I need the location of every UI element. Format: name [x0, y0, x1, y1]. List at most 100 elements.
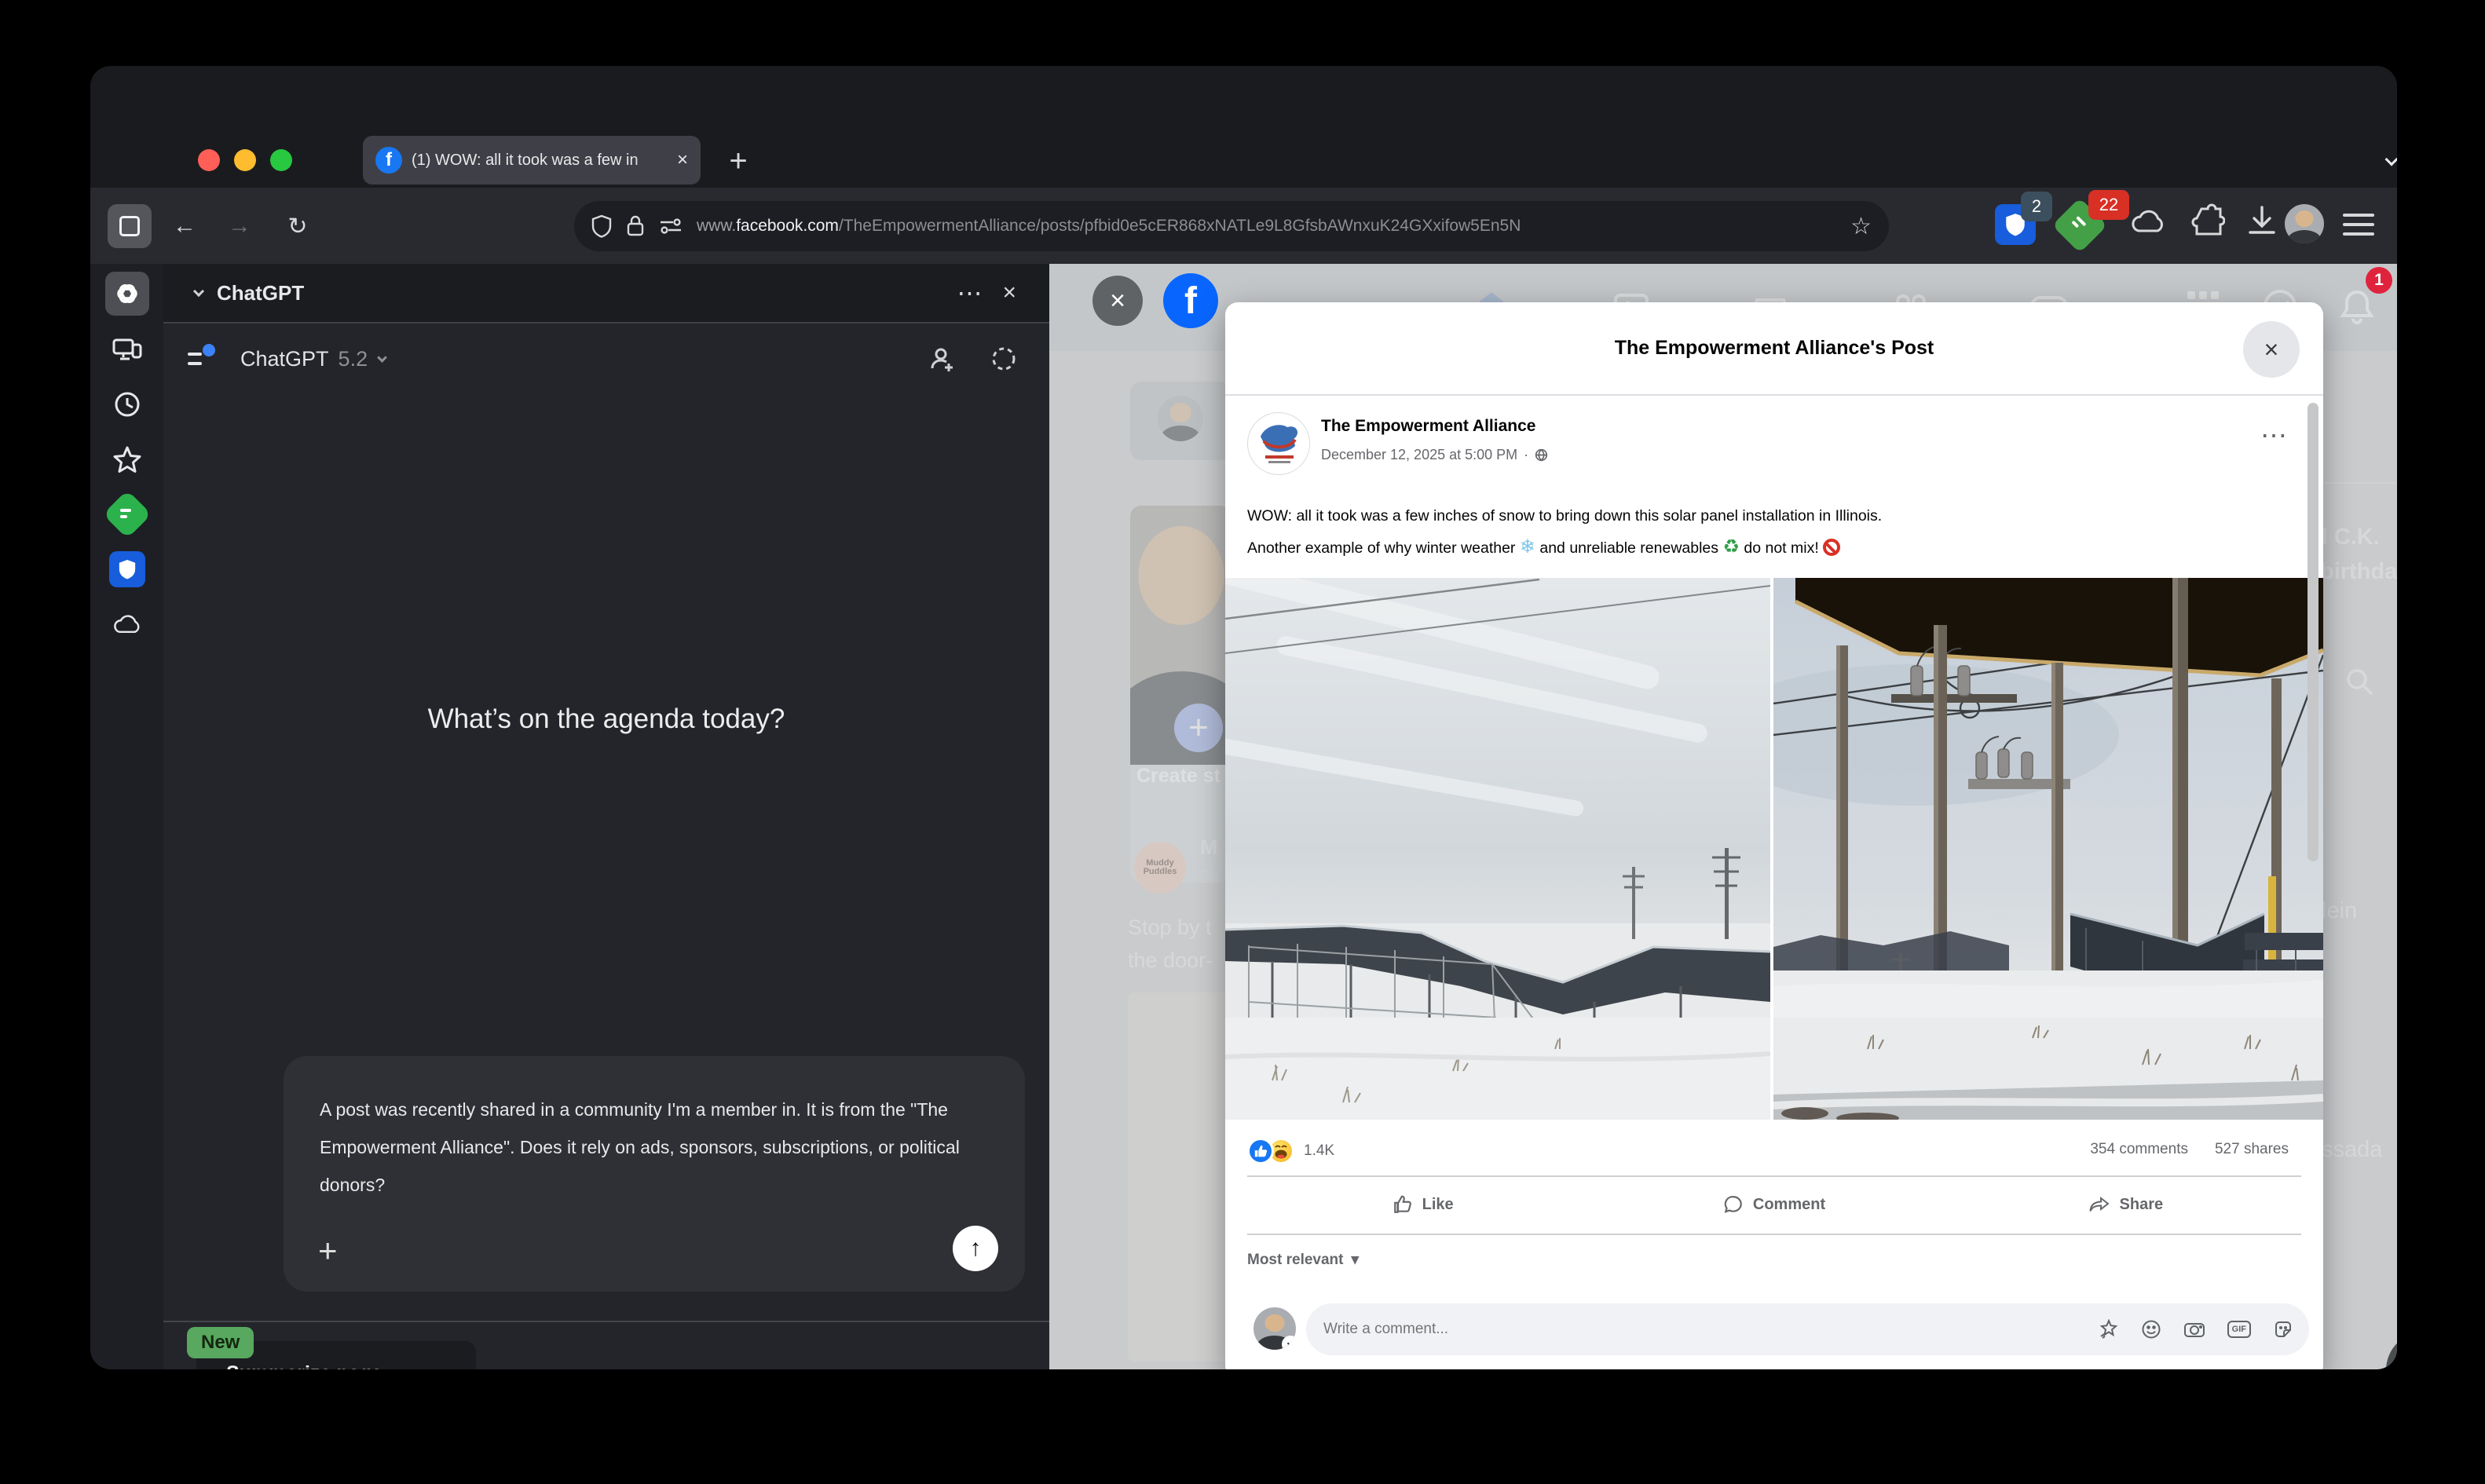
emoji-icon[interactable] [2141, 1319, 2161, 1340]
panel-more-icon[interactable]: ⋯ [936, 278, 1002, 308]
chatgpt-panel-header: ChatGPT ⋯ × [163, 264, 1049, 323]
new-badge: New [187, 1327, 254, 1358]
compose-fab[interactable] [2386, 1332, 2397, 1369]
gif-icon[interactable]: GIF [2227, 1321, 2251, 1338]
facebook-logo[interactable]: f [1163, 273, 1218, 328]
engagement-counts: 354 comments 527 shares [2090, 1141, 2289, 1158]
green-extension-badge: 22 [2088, 190, 2129, 220]
traffic-light-zoom[interactable] [270, 149, 292, 171]
comment-user-avatar[interactable] [1253, 1307, 1296, 1350]
temporary-chat-icon[interactable] [990, 345, 1018, 373]
new-tab-button[interactable]: + [719, 141, 758, 181]
browser-profile-avatar[interactable] [2285, 204, 2324, 243]
sticker-icon[interactable] [2273, 1319, 2293, 1340]
chatgpt-composer[interactable]: A post was recently shared in a communit… [284, 1056, 1025, 1292]
url-bar[interactable]: www.facebook.com/TheEmpowermentAlliance/… [574, 201, 1889, 251]
bitwarden-rail-icon[interactable] [105, 547, 149, 591]
send-button[interactable]: ↑ [953, 1226, 998, 1271]
tab-title: (1) WOW: all it took was a few in [412, 152, 672, 170]
comments-count[interactable]: 354 comments [2090, 1141, 2188, 1158]
add-person-icon[interactable] [928, 345, 957, 373]
create-story-card[interactable]: + Create st [1130, 506, 1231, 883]
story-card-small[interactable] [1130, 382, 1231, 460]
extensions-puzzle-icon[interactable] [2189, 203, 2225, 239]
facebook-page-area: + Create st Muddy Puddles M 3h Stop by t… [1049, 264, 2397, 1369]
model-version[interactable]: 5.2 [339, 347, 368, 371]
chatgpt-greeting: What’s on the agenda today? [163, 704, 1049, 735]
comment-input[interactable] [1322, 1320, 2099, 1339]
bg-post-time: 3h [1200, 867, 1219, 887]
bg-contact-name-2: ssada [2322, 1137, 2382, 1163]
bg-contacts-search-icon[interactable] [2344, 666, 2375, 697]
photo-viewer-close-button[interactable]: × [1092, 276, 1143, 326]
traffic-light-minimize[interactable] [234, 149, 256, 171]
comment-input-pill[interactable]: GIF [1306, 1303, 2309, 1355]
camera-icon[interactable] [2183, 1319, 2205, 1340]
post-photo-left[interactable] [1225, 578, 1770, 1120]
reaction-count[interactable]: 1.4K [1304, 1142, 1334, 1160]
avatar-chevron-icon [1282, 1336, 1296, 1350]
bg-feed-photo [1128, 992, 1232, 1362]
url-text[interactable]: www.facebook.com/TheEmpowermentAlliance/… [697, 217, 1843, 236]
downloads-icon[interactable] [2244, 203, 2280, 239]
modal-scrollbar[interactable] [2308, 403, 2318, 861]
bg-right-text-2: birthdays [2320, 559, 2397, 585]
site-settings-icon[interactable] [659, 216, 683, 236]
menu-hamburger-icon[interactable] [2341, 210, 2376, 239]
model-name[interactable]: ChatGPT [240, 347, 329, 371]
page-name[interactable]: The Empowerment Alliance [1321, 417, 1535, 436]
screenshot-root: f (1) WOW: all it took was a few in × + … [0, 0, 2485, 1484]
history-clock-icon[interactable] [105, 382, 149, 426]
page-avatar[interactable] [1247, 412, 1310, 475]
post-text-line2c: do not mix! [1740, 539, 1823, 557]
reaction-summary[interactable]: 1.4K [1247, 1138, 1334, 1164]
reload-button[interactable]: ↻ [276, 204, 320, 248]
cloud-icon[interactable] [2128, 204, 2168, 239]
traffic-light-close[interactable] [198, 149, 220, 171]
left-icon-rail: ⚙ [90, 264, 163, 1369]
comment-button[interactable]: Comment [1598, 1175, 1949, 1234]
post-timestamp[interactable]: December 12, 2025 at 5:00 PM [1321, 447, 1517, 463]
bookmarks-star-icon[interactable] [105, 437, 149, 481]
share-button[interactable]: Share [1950, 1175, 2301, 1234]
modal-close-button[interactable]: × [2243, 321, 2300, 378]
tracking-shield-icon[interactable] [591, 214, 612, 238]
tab-search-chevron-icon[interactable] [2368, 144, 2397, 179]
comment-sort-dropdown[interactable]: Most relevant ▾ [1247, 1251, 1359, 1269]
tab-bar [90, 66, 2397, 122]
back-button[interactable]: ← [163, 204, 207, 248]
panel-collapse-chevron-icon[interactable] [193, 286, 204, 297]
forward-button[interactable]: → [218, 204, 262, 248]
bookmark-star-icon[interactable]: ☆ [1850, 213, 1872, 240]
post-more-icon[interactable]: ⋯ [2260, 420, 2289, 451]
browser-window: f (1) WOW: all it took was a few in × + … [90, 66, 2397, 1369]
shares-count[interactable]: 527 shares [2215, 1141, 2289, 1158]
no-entry-emoji [1823, 539, 1840, 556]
conversation-sidebar-icon[interactable] [187, 347, 214, 371]
facebook-favicon-icon: f [375, 147, 402, 174]
cloud-rail-icon[interactable] [105, 602, 149, 646]
panel-close-icon[interactable]: × [1002, 280, 1030, 306]
tab-close-icon[interactable]: × [677, 149, 688, 171]
composer-text[interactable]: A post was recently shared in a communit… [320, 1091, 1011, 1204]
create-story-plus-icon[interactable]: + [1174, 704, 1223, 752]
bg-post-line2: the door- [1128, 949, 1213, 973]
avatar-sticker-icon[interactable] [2099, 1319, 2119, 1340]
model-chevron-icon[interactable] [377, 353, 387, 363]
model-row: ChatGPT 5.2 [163, 323, 1049, 394]
bg-post-line1: Stop by t [1128, 916, 1212, 940]
post-meta: December 12, 2025 at 5:00 PM · [1321, 447, 1548, 463]
devices-icon[interactable] [105, 328, 149, 372]
lock-icon[interactable] [626, 214, 645, 238]
comment-button-label: Comment [1753, 1196, 1825, 1214]
sidebar-toggle-button[interactable] [108, 204, 152, 248]
muddy-puddles-avatar[interactable]: Muddy Puddles [1134, 842, 1186, 894]
chatgpt-rail-icon[interactable] [105, 272, 149, 316]
attach-plus-icon[interactable]: + [318, 1232, 338, 1270]
divider-bottom-actions [1247, 1234, 2301, 1235]
feedly-extension-icon[interactable] [105, 492, 149, 536]
like-button[interactable]: Like [1247, 1175, 1598, 1234]
browser-tab[interactable]: f (1) WOW: all it took was a few in × [363, 136, 701, 185]
post-photo-right[interactable] [1773, 578, 2323, 1120]
bg-right-text-1: d C.K. [2314, 525, 2380, 550]
